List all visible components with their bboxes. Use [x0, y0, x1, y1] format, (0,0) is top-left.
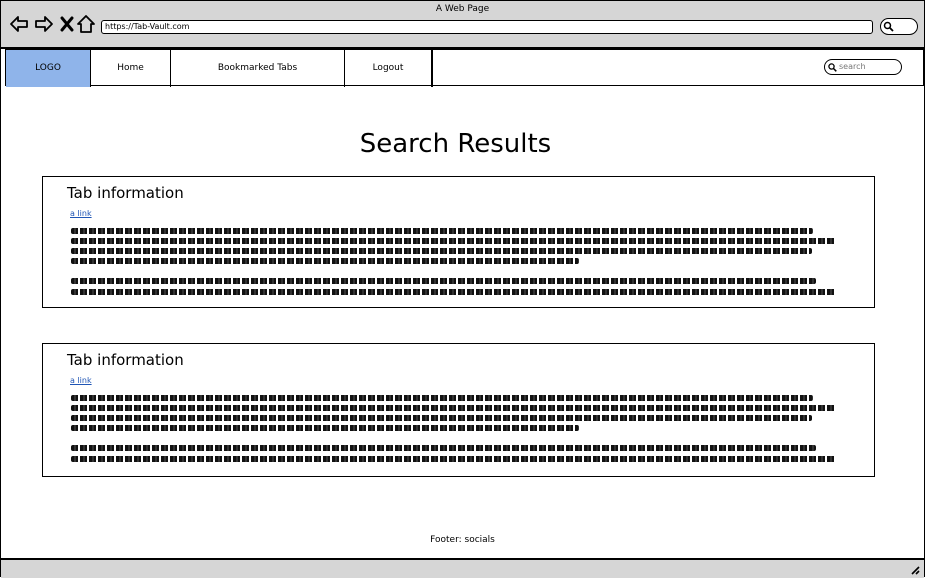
home-icon[interactable]	[76, 14, 96, 34]
card-link[interactable]: a link	[70, 376, 92, 385]
resize-grip-icon[interactable]	[909, 564, 920, 575]
browser-window: A Web Page https://Tab-Vault.com LOGO Ho…	[0, 0, 925, 578]
placeholder-text-line	[71, 425, 579, 431]
search-placeholder: search	[839, 62, 866, 71]
placeholder-text-line	[71, 405, 836, 411]
placeholder-text-line	[71, 289, 836, 295]
browser-search-field[interactable]	[880, 18, 918, 35]
placeholder-text-line	[71, 238, 836, 244]
window-title: A Web Page	[435, 4, 490, 14]
site-search-input[interactable]: search	[824, 59, 902, 75]
back-arrow-icon[interactable]	[9, 14, 29, 34]
card-title: Tab information	[67, 184, 184, 202]
placeholder-text-line	[71, 395, 813, 401]
logo[interactable]: LOGO	[6, 50, 91, 87]
address-bar[interactable]: https://Tab-Vault.com	[101, 20, 873, 34]
placeholder-text-line	[71, 456, 836, 462]
placeholder-text-line	[71, 258, 579, 264]
page-title: Search Results	[359, 129, 552, 159]
card-title: Tab information	[67, 351, 184, 369]
footer: Footer: socials	[430, 535, 495, 545]
placeholder-text-line	[71, 228, 813, 234]
placeholder-text-line	[71, 445, 816, 451]
placeholder-text-line	[71, 248, 812, 254]
browser-statusbar	[1, 558, 924, 578]
site-navbar: LOGO Home Bookmarked Tabs Logout search	[5, 49, 924, 87]
result-card: Tab information a link	[42, 176, 875, 308]
nav-bookmarked-tabs[interactable]: Bookmarked Tabs	[171, 50, 345, 87]
card-link[interactable]: a link	[70, 209, 92, 218]
magnifier-icon	[883, 21, 894, 32]
search-icon	[828, 63, 837, 72]
placeholder-text-line	[71, 415, 812, 421]
forward-arrow-icon[interactable]	[34, 14, 54, 34]
nav-logout[interactable]: Logout	[345, 50, 433, 87]
placeholder-text-line	[71, 278, 816, 284]
browser-titlebar: A Web Page https://Tab-Vault.com	[1, 1, 924, 49]
result-card: Tab information a link	[42, 343, 875, 477]
stop-x-icon[interactable]	[58, 14, 78, 34]
nav-home[interactable]: Home	[91, 50, 171, 87]
